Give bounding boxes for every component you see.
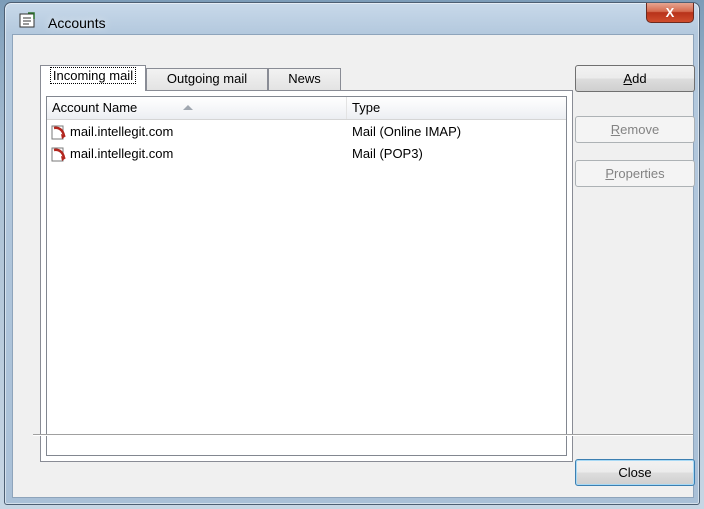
list-item[interactable]: mail.intellegit.com Mail (Online IMAP) bbox=[47, 121, 566, 143]
tab-outgoing-mail[interactable]: Outgoing mail bbox=[146, 68, 268, 90]
account-type-cell: Mail (POP3) bbox=[352, 146, 423, 161]
properties-button[interactable]: Properties bbox=[575, 160, 695, 187]
divider bbox=[33, 434, 693, 436]
mnemonic: R bbox=[610, 122, 621, 137]
close-window-button[interactable]: X bbox=[646, 3, 694, 23]
account-name-cell: mail.intellegit.com bbox=[70, 146, 174, 161]
accounts-dialog: Accounts X Incoming mail Outgoing mail N… bbox=[4, 2, 700, 505]
tab-panel-incoming-mail: Account Name Type mail.intellegit.com Ma… bbox=[40, 90, 573, 462]
list-item[interactable]: mail.intellegit.com Mail (POP3) bbox=[47, 143, 566, 165]
account-type-cell: Mail (Online IMAP) bbox=[352, 124, 462, 139]
window-title: Accounts bbox=[48, 15, 106, 31]
button-label: emove bbox=[620, 122, 660, 137]
tab-news[interactable]: News bbox=[268, 68, 341, 90]
list-header: Account Name Type bbox=[47, 97, 566, 120]
tab-incoming-mail[interactable]: Incoming mail bbox=[40, 65, 146, 91]
mail-account-icon bbox=[51, 147, 66, 162]
tab-label: Outgoing mail bbox=[166, 71, 248, 86]
tab-label: News bbox=[288, 71, 321, 86]
column-header-type[interactable]: Type bbox=[347, 97, 566, 119]
button-label: roperties bbox=[614, 166, 665, 181]
sort-ascending-icon bbox=[183, 105, 193, 110]
mnemonic: A bbox=[623, 71, 633, 86]
title-bar[interactable]: Accounts X bbox=[5, 3, 699, 33]
mail-account-icon bbox=[51, 125, 66, 140]
button-label: dd bbox=[632, 71, 647, 86]
tab-label: Incoming mail bbox=[49, 67, 137, 84]
column-label: Type bbox=[352, 100, 381, 115]
account-name-cell: mail.intellegit.com bbox=[70, 124, 174, 139]
close-button[interactable]: Close bbox=[575, 459, 695, 486]
column-header-account-name[interactable]: Account Name bbox=[47, 97, 347, 119]
remove-button[interactable]: Remove bbox=[575, 116, 695, 143]
add-button[interactable]: Add bbox=[575, 65, 695, 92]
close-icon: X bbox=[665, 5, 675, 20]
dialog-client-area: Incoming mail Outgoing mail News Account… bbox=[12, 34, 695, 498]
mnemonic: P bbox=[605, 166, 615, 181]
column-label: Account Name bbox=[52, 100, 138, 115]
accounts-list[interactable]: Account Name Type mail.intellegit.com Ma… bbox=[46, 96, 567, 456]
accounts-icon bbox=[19, 12, 35, 28]
